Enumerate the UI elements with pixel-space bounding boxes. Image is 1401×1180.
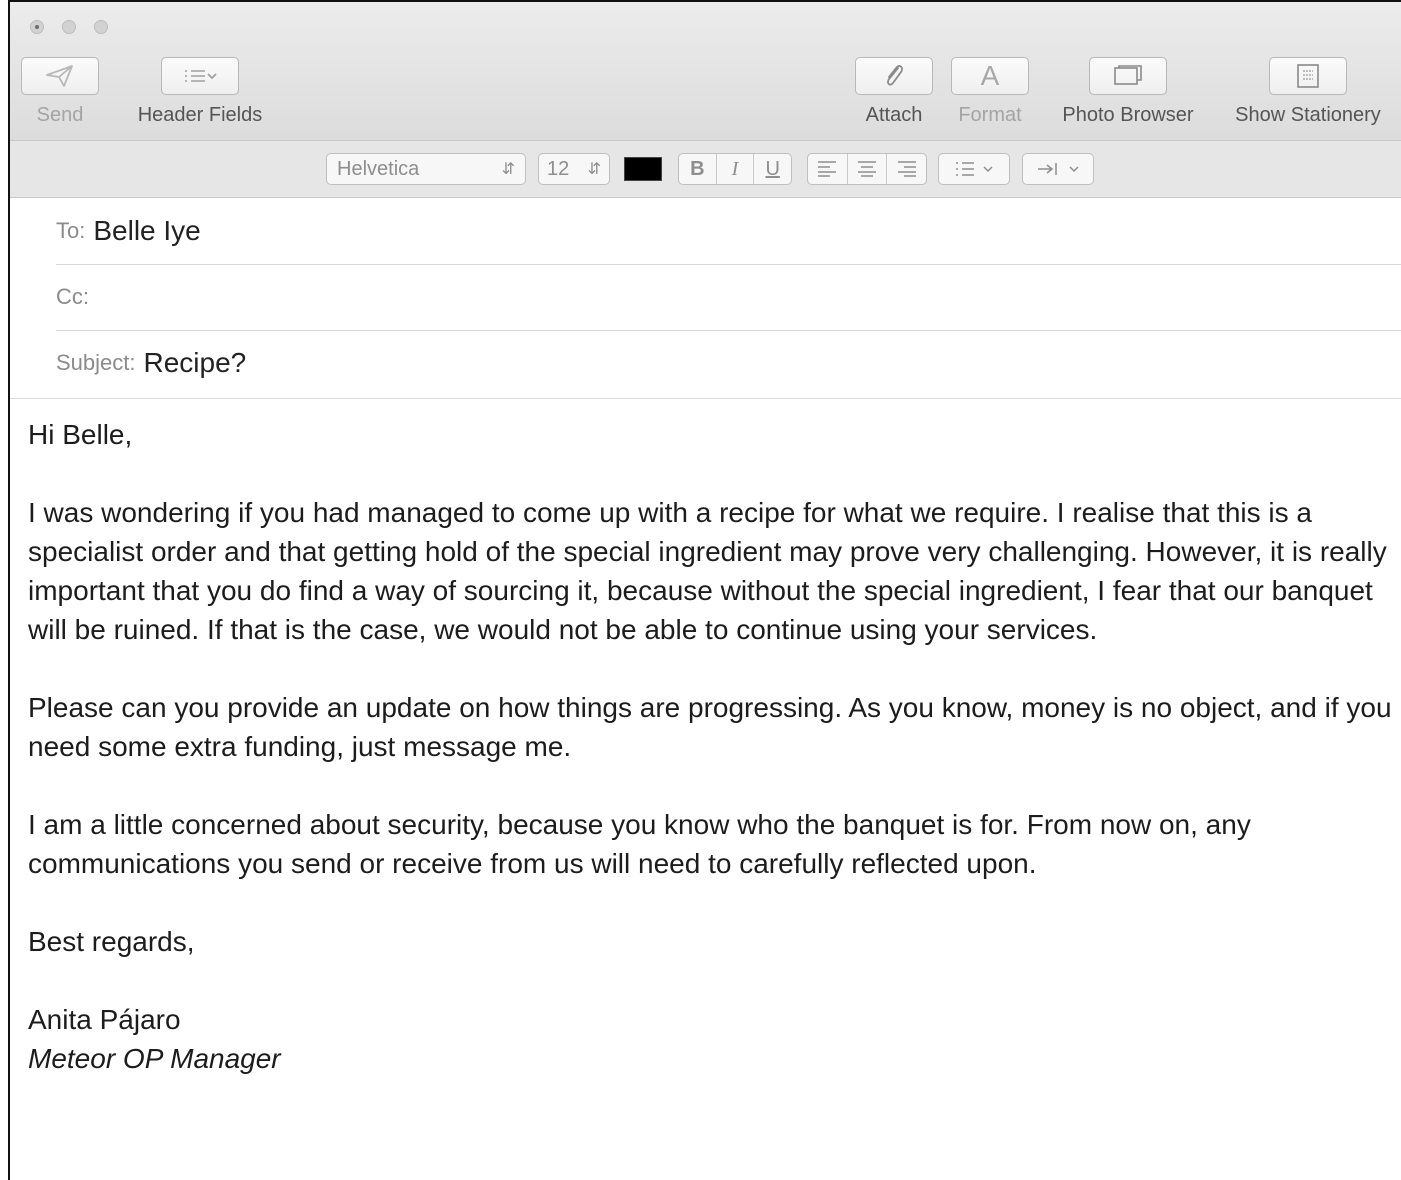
send-icon bbox=[21, 57, 99, 95]
bullet-list-icon bbox=[956, 162, 974, 176]
text-style-group: B I U bbox=[678, 153, 792, 185]
align-right-icon bbox=[897, 161, 916, 177]
zoom-window-button[interactable] bbox=[94, 20, 108, 34]
header-fields-label: Header Fields bbox=[137, 104, 263, 126]
cc-label: Cc: bbox=[56, 284, 89, 309]
signature-title: Meteor OP Manager bbox=[28, 1043, 281, 1074]
format-label: Format bbox=[958, 104, 1022, 126]
bold-button[interactable]: B bbox=[679, 154, 717, 184]
to-field[interactable]: To: Belle Iye bbox=[56, 198, 1401, 265]
list-chevron-icon bbox=[161, 57, 239, 95]
chevron-down-icon bbox=[1069, 166, 1079, 173]
message-paragraph: Please can you provide an update on how … bbox=[28, 692, 1392, 762]
window-title bbox=[625, 14, 815, 84]
show-stationery-label: Show Stationery bbox=[1235, 104, 1381, 126]
italic-button[interactable]: I bbox=[717, 154, 755, 184]
font-size-select[interactable]: 12 ⇵ bbox=[538, 153, 610, 185]
attach-label: Attach bbox=[865, 104, 923, 126]
subject-field[interactable]: Subject: Recipe? bbox=[56, 330, 1401, 396]
align-center-button[interactable] bbox=[848, 154, 888, 184]
message-paragraph: I am a little concerned about security, … bbox=[28, 809, 1251, 879]
paperclip-icon bbox=[855, 57, 933, 95]
message-paragraph: I was wondering if you had managed to co… bbox=[28, 497, 1387, 645]
underline-button[interactable]: U bbox=[754, 154, 791, 184]
indent-select[interactable] bbox=[1022, 153, 1094, 185]
header-fields: To: Belle Iye Cc: Subject: Recipe? bbox=[10, 198, 1401, 399]
signature: Anita Pájaro Meteor OP Manager bbox=[28, 1000, 1398, 1078]
close-window-button[interactable] bbox=[30, 20, 44, 34]
cc-field[interactable]: Cc: bbox=[56, 264, 1401, 331]
photo-browser-button[interactable]: Photo Browser bbox=[1048, 57, 1208, 127]
show-stationery-button[interactable]: Show Stationery bbox=[1220, 57, 1396, 127]
message-closing: Best regards, bbox=[28, 926, 195, 957]
signature-name: Anita Pájaro bbox=[28, 1004, 181, 1035]
color-swatch-fill bbox=[624, 157, 662, 181]
attach-button[interactable]: Attach bbox=[852, 57, 936, 127]
header-fields-button[interactable]: Header Fields bbox=[120, 57, 280, 127]
align-left-icon bbox=[818, 161, 837, 177]
send-button[interactable]: Send bbox=[20, 57, 100, 127]
chevron-down-icon bbox=[983, 166, 993, 173]
alignment-group bbox=[807, 153, 927, 185]
title-toolbar: Send Header Fields Attach A Format Photo… bbox=[10, 2, 1401, 141]
updown-chevron-icon: ⇵ bbox=[501, 161, 515, 178]
to-label: To: bbox=[56, 218, 86, 243]
indent-icon bbox=[1038, 163, 1057, 175]
to-recipient[interactable]: Belle Iye bbox=[93, 215, 200, 247]
send-label: Send bbox=[36, 104, 84, 126]
list-style-select[interactable] bbox=[938, 153, 1010, 185]
photo-browser-label: Photo Browser bbox=[1062, 104, 1194, 126]
compose-window: Send Header Fields Attach A Format Photo… bbox=[8, 0, 1401, 1180]
stationery-icon bbox=[1269, 57, 1347, 95]
font-size-value: 12 bbox=[547, 157, 570, 180]
message-greeting: Hi Belle, bbox=[28, 419, 133, 450]
font-family-value: Helvetica bbox=[337, 157, 420, 180]
photo-frame-icon bbox=[1089, 57, 1167, 95]
align-left-button[interactable] bbox=[808, 154, 848, 184]
message-body[interactable]: Hi Belle, I was wondering if you had man… bbox=[28, 415, 1398, 1078]
minimize-window-button[interactable] bbox=[62, 20, 76, 34]
font-family-select[interactable]: Helvetica ⇵ bbox=[326, 153, 526, 185]
subject-label: Subject: bbox=[56, 350, 136, 375]
updown-chevron-icon: ⇵ bbox=[587, 161, 601, 178]
align-center-icon bbox=[858, 161, 876, 177]
align-right-button[interactable] bbox=[887, 154, 926, 184]
format-bar: Helvetica ⇵ 12 ⇵ B I U bbox=[10, 141, 1401, 198]
text-color-swatch[interactable] bbox=[624, 153, 664, 185]
format-button[interactable]: A Format bbox=[948, 57, 1032, 127]
letter-a-icon: A bbox=[951, 57, 1029, 95]
subject-value[interactable]: Recipe? bbox=[144, 347, 247, 379]
